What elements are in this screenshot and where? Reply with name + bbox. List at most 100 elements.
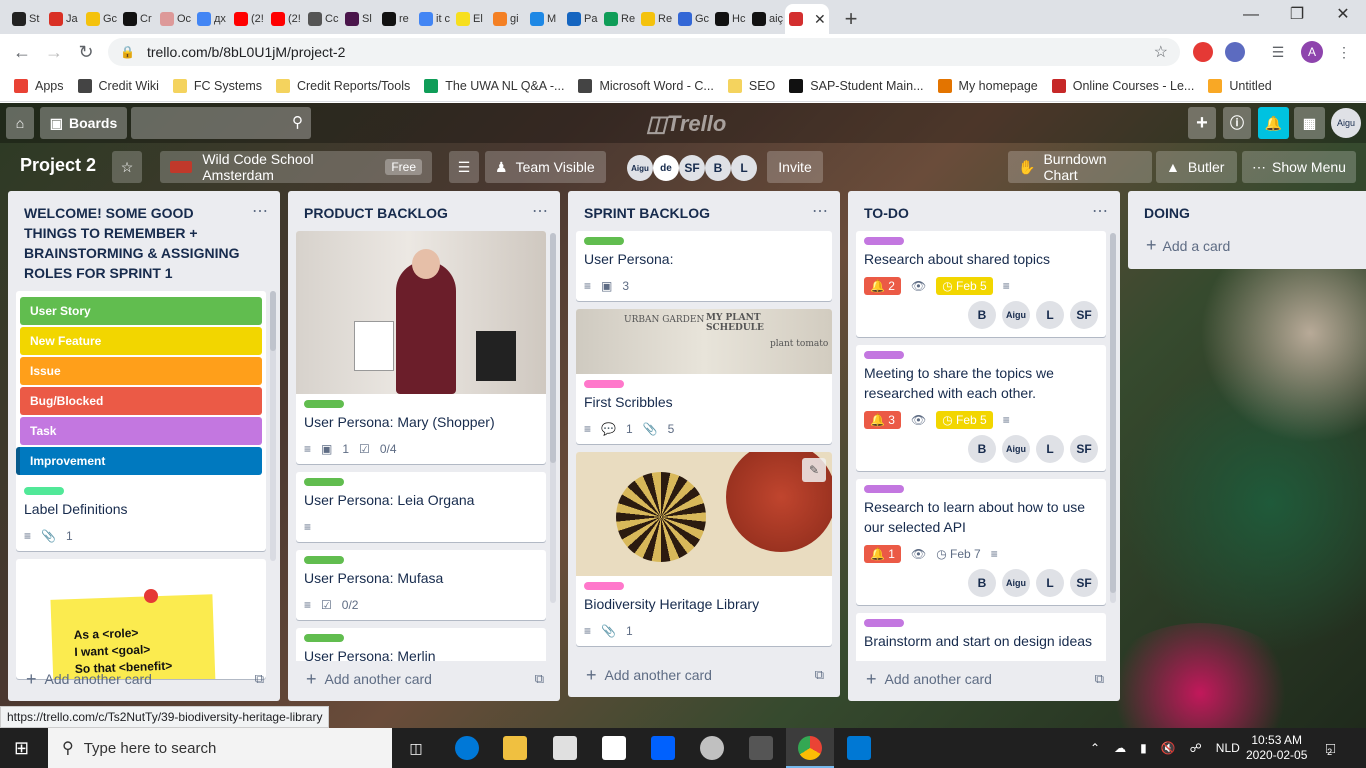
- team-button[interactable]: Wild Code School Amsterdam Free: [160, 151, 432, 183]
- add-another-card-button[interactable]: + Add another card ⧉: [576, 661, 832, 689]
- active-browser-tab[interactable]: ✕: [785, 4, 829, 34]
- list-scrollbar[interactable]: [270, 291, 276, 561]
- trello-logo[interactable]: ◫Trello: [646, 111, 726, 137]
- member-avatar[interactable]: B: [968, 435, 996, 463]
- board-title[interactable]: Project 2: [20, 155, 96, 176]
- app-icon[interactable]: [700, 736, 724, 760]
- card-first-scribbles[interactable]: URBAN GARDEN MY PLANT SCHEDULE plant tom…: [576, 309, 832, 444]
- member-avatar[interactable]: L: [1036, 569, 1064, 597]
- info-icon[interactable]: ⓘ: [1223, 107, 1251, 139]
- browser-tab[interactable]: Re: [600, 4, 637, 34]
- browser-tab[interactable]: Oc: [156, 4, 193, 34]
- board-search-input[interactable]: ⚲: [131, 107, 311, 139]
- browser-tab[interactable]: aiç: [748, 4, 785, 34]
- maximize-icon[interactable]: ❐: [1274, 0, 1320, 32]
- back-icon[interactable]: ←: [6, 42, 38, 63]
- card-merlin[interactable]: User Persona: Merlin: [296, 628, 546, 661]
- browser-tab[interactable]: re: [378, 4, 415, 34]
- member-avatar[interactable]: L: [1036, 301, 1064, 329]
- list-title[interactable]: WELCOME! SOME GOOD THINGS TO REMEMBER + …: [8, 191, 280, 291]
- browser-tab[interactable]: Ja: [45, 4, 82, 34]
- browser-tab[interactable]: Gc: [82, 4, 119, 34]
- bookmark-item[interactable]: Untitled: [1208, 78, 1272, 93]
- battery-icon[interactable]: ▮: [1140, 741, 1147, 755]
- bookmark-item[interactable]: FC Systems: [172, 78, 262, 93]
- todo-card[interactable]: Research to learn about how to use our s…: [856, 479, 1106, 605]
- add-another-card-button[interactable]: + Add another card ⧉: [16, 665, 272, 693]
- show-menu-button[interactable]: ⋯ Show Menu: [1242, 151, 1356, 183]
- card-mary-shopper[interactable]: User Persona: Mary (Shopper) ≡ ▣ 1 ☑ 0/4: [296, 231, 546, 464]
- bookmark-item[interactable]: SEO: [727, 78, 775, 93]
- browser-tab[interactable]: Gc: [674, 4, 711, 34]
- file-explorer-icon[interactable]: [503, 736, 527, 760]
- member-avatar[interactable]: L: [731, 155, 757, 181]
- add-another-card-button[interactable]: + Add another card ⧉: [856, 665, 1112, 693]
- list-menu-icon[interactable]: ⋯: [252, 201, 268, 221]
- list-scrollbar[interactable]: [550, 233, 556, 603]
- member-avatar[interactable]: de: [653, 155, 679, 181]
- todo-card[interactable]: Brainstorm and start on design ideas ◷ Fe…: [856, 613, 1106, 661]
- edit-pencil-icon[interactable]: ✎: [802, 458, 826, 482]
- card-user-persona[interactable]: User Persona: ≡ ▣ 3: [576, 231, 832, 301]
- list-title[interactable]: TO-DO: [848, 191, 1120, 231]
- notifications-icon[interactable]: 🔔: [1258, 107, 1289, 139]
- member-avatar[interactable]: Aigu: [1002, 569, 1030, 597]
- member-avatar[interactable]: B: [968, 569, 996, 597]
- card-mufasa[interactable]: User Persona: Mufasa ≡ ☑ 0/2: [296, 550, 546, 620]
- vscode-icon[interactable]: [847, 736, 871, 760]
- browser-tab[interactable]: it c: [415, 4, 452, 34]
- dropbox-icon[interactable]: [651, 736, 675, 760]
- windows-start-icon[interactable]: ⊞: [14, 738, 34, 758]
- home-icon[interactable]: ⌂: [6, 107, 34, 139]
- card-template-icon[interactable]: ⧉: [1095, 671, 1104, 687]
- dropbox-tray-icon[interactable]: ☁: [1114, 741, 1126, 755]
- browser-tab[interactable]: дх: [193, 4, 230, 34]
- visibility-button[interactable]: ♟ Team Visible: [485, 151, 606, 183]
- card-user-story-note[interactable]: As a <role> I want <goal> So that <benef…: [16, 559, 266, 679]
- browser-tab[interactable]: (2!: [230, 4, 267, 34]
- board-menu-icon[interactable]: ☰: [449, 151, 479, 183]
- todo-card[interactable]: Meeting to share the topics we researche…: [856, 345, 1106, 471]
- store-icon[interactable]: [553, 736, 577, 760]
- bookmark-item[interactable]: SAP-Student Main...: [789, 78, 924, 93]
- browser-tab[interactable]: M: [526, 4, 563, 34]
- close-window-icon[interactable]: ✕: [1320, 0, 1366, 32]
- invite-button[interactable]: Invite: [767, 151, 823, 183]
- card-leia-organa[interactable]: User Persona: Leia Organa ≡: [296, 472, 546, 542]
- chrome-menu-icon[interactable]: ⋮: [1334, 42, 1354, 62]
- add-a-card-button[interactable]: + Add a card: [1146, 235, 1230, 256]
- minimize-icon[interactable]: —: [1228, 0, 1274, 32]
- close-tab-icon[interactable]: ✕: [814, 11, 826, 28]
- url-input[interactable]: 🔒 trello.com/b/8bL0U1jM/project-2 ☆: [108, 38, 1180, 66]
- bookmark-item[interactable]: Apps: [14, 78, 64, 93]
- amazon-icon[interactable]: [602, 736, 626, 760]
- create-icon[interactable]: +: [1188, 107, 1216, 139]
- member-avatar[interactable]: Aigu: [1002, 301, 1030, 329]
- browser-tab[interactable]: (2!: [267, 4, 304, 34]
- volume-icon[interactable]: 🔇: [1161, 741, 1176, 755]
- bookmark-item[interactable]: The UWA NL Q&A -...: [424, 78, 564, 93]
- member-avatar[interactable]: SF: [1070, 435, 1098, 463]
- card-template-icon[interactable]: ⧉: [815, 667, 824, 683]
- member-avatar[interactable]: SF: [1070, 569, 1098, 597]
- user-avatar[interactable]: Aigu: [1331, 108, 1361, 138]
- todo-card[interactable]: Research about shared topics 🔔 2 👁 ◷ Feb 5 ≡…: [856, 231, 1106, 337]
- extension-icon[interactable]: [1225, 42, 1245, 62]
- card-label-definitions[interactable]: User Story New Feature Issue Bug/Blocked Tas…: [16, 291, 266, 551]
- add-another-card-button[interactable]: + Add another card ⧉: [296, 665, 552, 693]
- browser-tab[interactable]: Cc: [304, 4, 341, 34]
- calculator-icon[interactable]: [749, 736, 773, 760]
- extension-icon[interactable]: [1193, 42, 1213, 62]
- list-title[interactable]: DOING: [1128, 191, 1366, 231]
- list-menu-icon[interactable]: ⋯: [1092, 201, 1108, 221]
- browser-tab[interactable]: gi: [489, 4, 526, 34]
- bookmark-item[interactable]: Online Courses - Le...: [1051, 78, 1194, 93]
- boards-button[interactable]: ▣ Boards: [40, 107, 127, 139]
- chevron-up-icon[interactable]: ⌃: [1090, 741, 1100, 755]
- member-avatar[interactable]: Aigu: [627, 155, 653, 181]
- network-icon[interactable]: ☍: [1190, 741, 1202, 755]
- bookmark-item[interactable]: Credit Wiki: [77, 78, 159, 93]
- card-template-icon[interactable]: ⧉: [535, 671, 544, 687]
- chrome-taskbar-button[interactable]: [786, 728, 834, 768]
- butler-button[interactable]: ▲ Butler: [1156, 151, 1237, 183]
